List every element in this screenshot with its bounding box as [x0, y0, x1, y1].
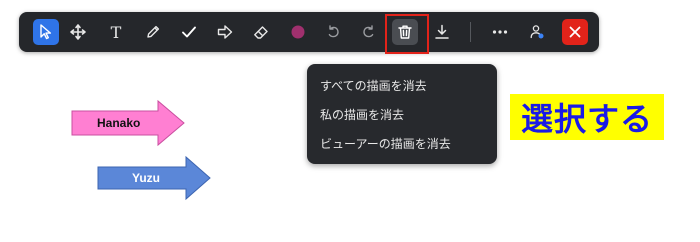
svg-text:T: T [111, 23, 122, 41]
user-button[interactable] [524, 19, 550, 45]
menu-item-clear-viewers[interactable]: ビューアーの描画を消去 [320, 135, 451, 152]
close-x-icon [569, 26, 581, 38]
more-dots-icon [492, 30, 508, 34]
select-tool[interactable] [33, 19, 59, 45]
pencil-icon [147, 25, 160, 38]
hanako-label: Hanako [97, 116, 141, 130]
delete-button-highlight [385, 14, 429, 54]
check-tool[interactable] [176, 19, 202, 45]
person-icon [530, 25, 544, 39]
undo-button[interactable] [320, 19, 346, 45]
yuzu-label: Yuzu [132, 171, 161, 185]
redo-button[interactable] [356, 19, 382, 45]
toolbar-divider [470, 22, 471, 42]
arrow-right-outline-icon [217, 25, 233, 39]
move-tool[interactable] [65, 19, 91, 45]
save-button[interactable] [429, 19, 455, 45]
select-callout: 選択する [510, 94, 664, 140]
menu-item-clear-all[interactable]: すべての描画を消去 [320, 77, 427, 94]
cursor-arrow-icon [40, 24, 52, 40]
redo-icon [363, 25, 374, 38]
download-icon [435, 24, 449, 39]
color-picker[interactable] [285, 19, 311, 45]
eraser-tool[interactable] [248, 19, 274, 45]
annotation-toolbar: T [19, 12, 599, 52]
text-t-icon: T [111, 23, 122, 41]
color-dot-icon [291, 25, 305, 39]
move-cross-icon [70, 24, 86, 40]
more-button[interactable] [487, 19, 513, 45]
pen-tool[interactable] [140, 19, 166, 45]
text-tool[interactable]: T [103, 19, 129, 45]
undo-icon [328, 25, 339, 38]
eraser-icon [254, 26, 268, 39]
arrow-tool[interactable] [212, 19, 238, 45]
clear-drawings-menu: すべての描画を消去 私の描画を消去 ビューアーの描画を消去 [307, 64, 497, 164]
checkmark-icon [182, 26, 196, 38]
menu-item-clear-mine[interactable]: 私の描画を消去 [320, 106, 404, 123]
close-button[interactable] [562, 19, 588, 45]
